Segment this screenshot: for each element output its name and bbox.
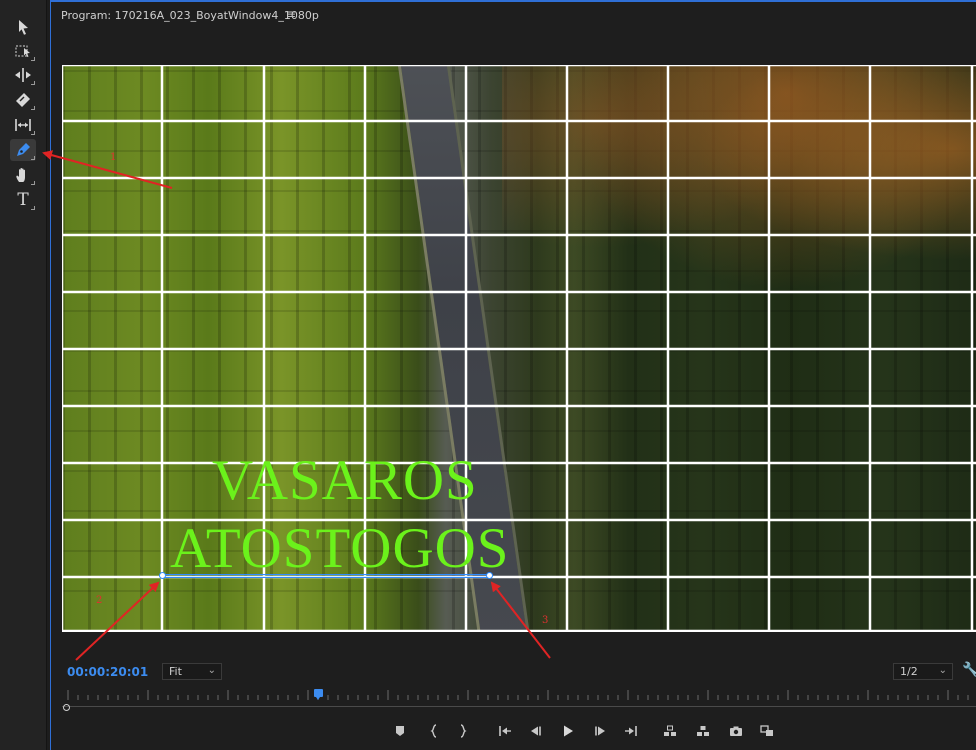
lift-icon xyxy=(664,725,676,736)
step-back-icon xyxy=(531,726,541,736)
playback-resolution-value: 1/2 xyxy=(900,665,918,678)
camera-icon xyxy=(730,726,742,736)
scrub-bar[interactable] xyxy=(62,706,976,707)
go-to-in-button[interactable] xyxy=(494,722,516,740)
mark-out-button[interactable] xyxy=(452,722,474,740)
ripple-edit-icon xyxy=(15,68,31,82)
zoom-level-select[interactable]: Fit ⌄ xyxy=(162,663,222,680)
arrow-icon xyxy=(19,20,28,35)
mark-out-icon xyxy=(460,724,467,738)
panel-menu-icon[interactable]: ≡ xyxy=(286,7,296,21)
text-bounding-box[interactable] xyxy=(162,574,490,578)
title-line-1[interactable]: VASAROS xyxy=(212,452,478,509)
step-forward-icon xyxy=(595,726,605,736)
annotation-label-2: 2 xyxy=(96,595,103,606)
add-marker-button[interactable] xyxy=(389,722,411,740)
tools-panel: T xyxy=(0,0,47,750)
playhead[interactable] xyxy=(314,689,323,700)
comparison-view-button[interactable] xyxy=(756,722,778,740)
chevron-down-icon: ⌄ xyxy=(207,665,216,676)
extract-button[interactable] xyxy=(692,722,714,740)
annotation-label-3: 3 xyxy=(542,615,549,626)
zoom-level-value: Fit xyxy=(169,665,182,678)
slip-icon xyxy=(15,119,31,131)
panel-title: Program: 170216A_023_BoyatWindow4_1080p xyxy=(61,9,319,22)
pen-icon xyxy=(17,143,30,156)
track-select-icon xyxy=(15,45,30,57)
razor-icon xyxy=(16,93,30,107)
chevron-down-icon: ⌄ xyxy=(938,665,947,676)
step-forward-button[interactable] xyxy=(589,722,611,740)
playhead-timecode[interactable]: 00:00:20:01 xyxy=(67,665,148,679)
pen-tool[interactable] xyxy=(10,139,36,161)
marker-icon xyxy=(396,726,404,736)
zoom-scroll-handle[interactable] xyxy=(63,704,70,711)
extract-icon xyxy=(697,726,709,736)
bounding-handle-right[interactable] xyxy=(486,572,493,579)
go-to-out-button[interactable] xyxy=(620,722,642,740)
playback-resolution-select[interactable]: 1/2 ⌄ xyxy=(893,663,953,680)
selection-tool[interactable] xyxy=(10,16,36,38)
title-line-2[interactable]: ATOSTOGOS xyxy=(170,520,509,577)
play-icon xyxy=(564,725,573,737)
go-to-in-icon xyxy=(499,726,511,736)
razor-tool[interactable] xyxy=(10,89,36,111)
hand-tool[interactable] xyxy=(10,164,36,186)
mark-in-icon xyxy=(430,724,437,738)
type-icon: T xyxy=(17,190,29,210)
lift-button[interactable] xyxy=(659,722,681,740)
export-frame-button[interactable] xyxy=(725,722,747,740)
time-ruler[interactable] xyxy=(62,688,976,702)
mark-in-button[interactable] xyxy=(423,722,445,740)
annotation-label-1: 1 xyxy=(110,152,117,163)
hand-icon xyxy=(16,168,25,182)
comparison-view-icon xyxy=(760,725,773,736)
track-select-tool[interactable] xyxy=(10,40,36,62)
play-button[interactable] xyxy=(557,722,579,740)
step-back-button[interactable] xyxy=(525,722,547,740)
bounding-handle-left[interactable] xyxy=(159,572,166,579)
type-tool[interactable]: T xyxy=(10,189,36,211)
settings-wrench-icon[interactable]: 🔧 xyxy=(962,662,976,678)
go-to-out-icon xyxy=(625,726,637,736)
slip-tool[interactable] xyxy=(10,114,36,136)
ripple-edit-tool[interactable] xyxy=(10,64,36,86)
